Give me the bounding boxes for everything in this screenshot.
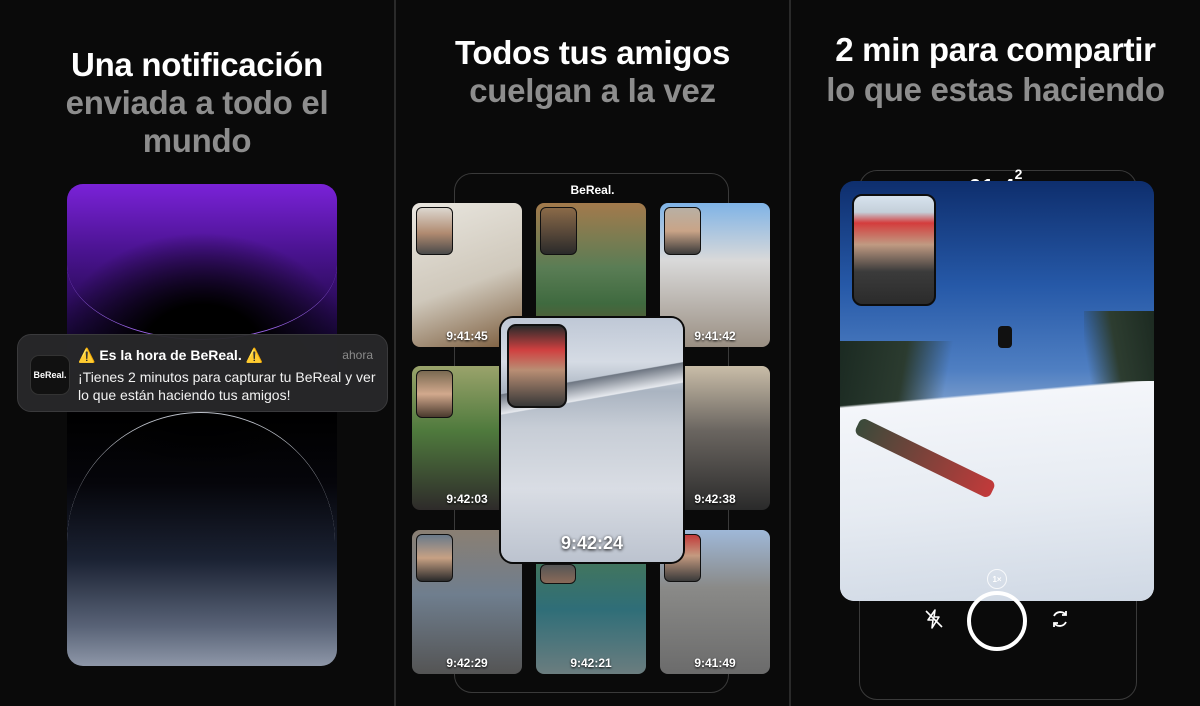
front-camera-preview[interactable] [852,194,936,306]
selfie-thumbnail[interactable] [416,370,453,418]
push-notification[interactable]: BeReal. ⚠️ Es la hora de BeReal. ⚠️ ahor… [17,334,388,412]
notification-title: ⚠️ Es la hora de BeReal. ⚠️ [78,347,264,363]
panel2-headline-line2: cuelgan a la vez [469,72,716,109]
app-title: BeReal. [570,183,615,197]
selfie-thumbnail[interactable] [540,207,577,255]
lockscreen-arc [67,412,335,666]
panel2-headline: Todos tus amigos cuelgan a la vez [396,34,789,110]
zoom-button[interactable]: 1× [987,569,1007,589]
camera-preview: 1× [840,181,1154,601]
panel3-headline-line1: 2 min para compartir [835,31,1156,68]
selfie-thumbnail[interactable] [507,324,567,408]
selfie-thumbnail[interactable] [664,207,701,255]
panel1-headline-line2: enviada a todo el [65,84,329,121]
panel1-headline: Una notificación enviada a todo el mundo [0,46,394,160]
panel-notification: Una notificación enviada a todo el mundo… [0,0,394,706]
post-time: 9:41:49 [694,656,736,670]
notification-time: ahora [342,348,373,362]
flash-off-icon[interactable] [921,606,947,632]
panel1-headline-line3: mundo [142,122,252,159]
snow-slope [840,381,1154,601]
featured-post-time: 9:42:24 [560,533,624,553]
featured-post[interactable]: 9:42:24 [501,318,683,562]
post-time: 9:42:29 [446,656,488,670]
lockscreen-glow-arc [67,190,337,340]
selfie-thumbnail[interactable] [416,534,453,582]
notification-body: ¡Tienes 2 minutos para capturar tu BeRea… [78,369,376,403]
snowboarder [998,326,1012,348]
panel-friends-feed: Todos tus amigos cuelgan a la vez BeReal… [396,0,789,706]
panel3-headline-line2: lo que estas haciendo [826,71,1165,108]
panel1-headline-line1: Una notificación [71,46,323,83]
panel3-headline: 2 min para compartir lo que estas hacien… [791,30,1200,110]
panel-camera: 2 min para compartir lo que estas hacien… [791,0,1200,706]
selfie-thumbnail[interactable] [416,207,453,255]
panel2-headline-line1: Todos tus amigos [454,34,731,71]
bereal-app-icon: BeReal. [30,355,70,395]
shutter-button[interactable] [967,591,1027,651]
post-time: 9:42:21 [570,656,612,670]
selfie-thumbnail[interactable] [540,564,576,584]
camera-flip-icon[interactable] [1047,606,1073,632]
